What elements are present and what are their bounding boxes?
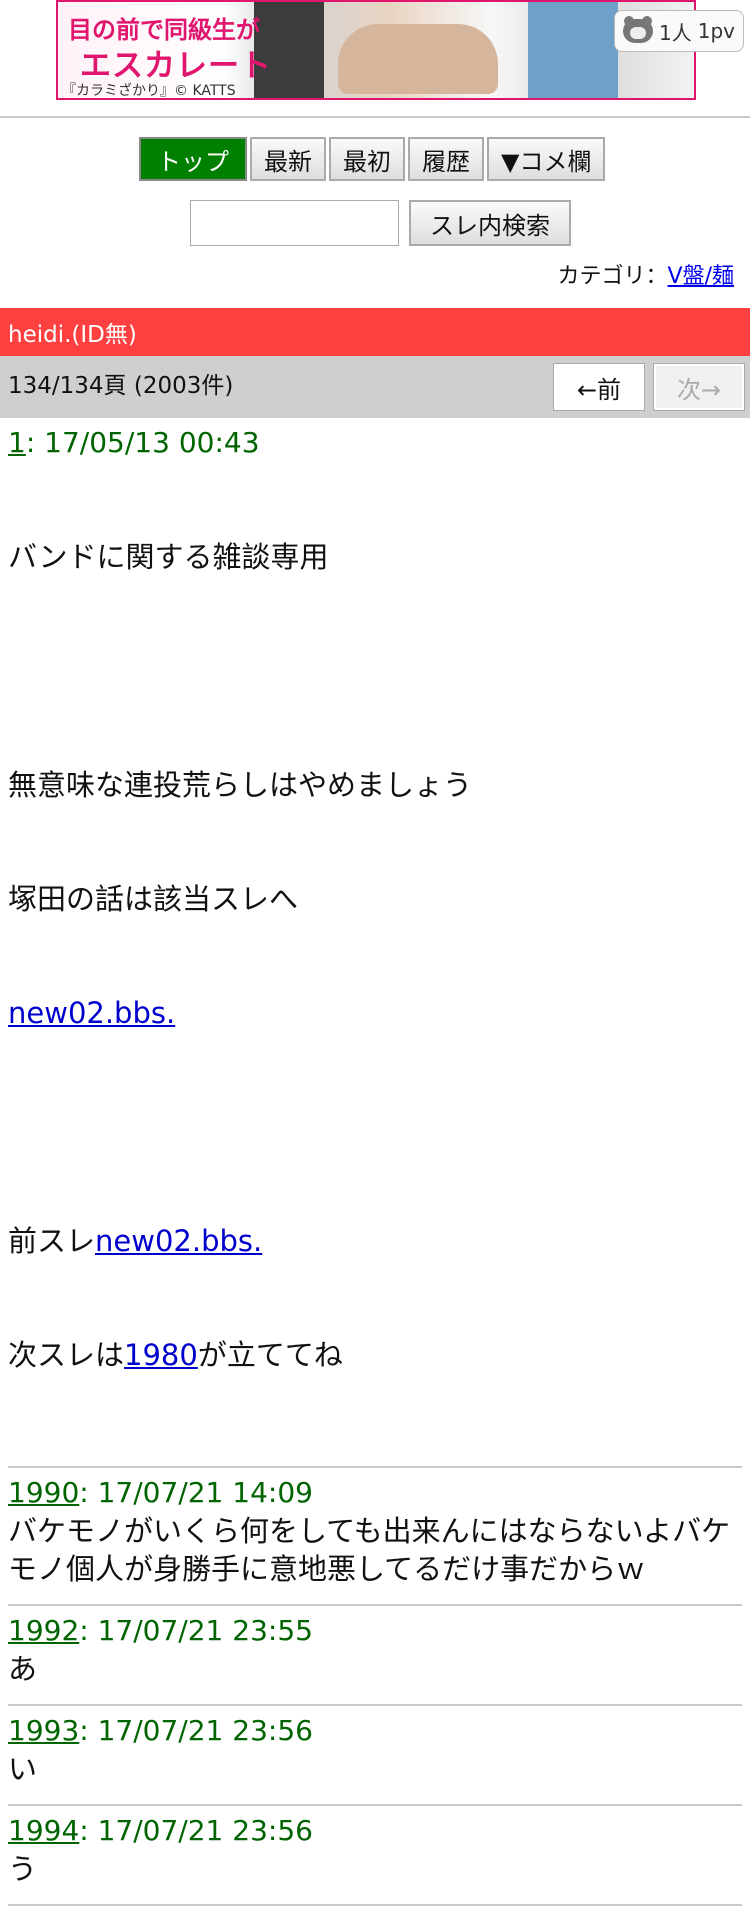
nav-first-button[interactable]: 最初 — [329, 137, 405, 181]
post-header: 1: 17/05/13 00:43 — [8, 424, 742, 462]
nav-bar: トップ 最新 最初 履歴 ▼コメ欄 — [139, 137, 606, 181]
post-header: 1994: 17/07/21 23:56 — [8, 1812, 742, 1850]
post: 1: 17/05/13 00:43 バンドに関する雑談専用 無意味な連投荒らしは… — [8, 418, 742, 1468]
post-header: 1990: 17/07/21 14:09 — [8, 1474, 742, 1512]
category-link[interactable]: V盤/麺 — [668, 264, 734, 289]
ad-line2: エスカレート — [80, 48, 272, 84]
post-line: 塚田の話は該当スレへ — [8, 882, 299, 916]
ad-credit: 『カラミざかり』© KATTS — [62, 83, 236, 99]
header: 目の前で同級生が エスカレート 『カラミざかり』© KATTS 1人 1pv — [0, 0, 750, 118]
post-number-link[interactable]: 1992 — [8, 1614, 79, 1647]
post-number-link[interactable]: 1 — [8, 426, 26, 459]
post-number-link[interactable]: 1990 — [8, 1476, 79, 1509]
post-link[interactable]: new02.bbs. — [95, 1224, 262, 1258]
nav-top-button[interactable]: トップ — [139, 137, 247, 181]
post-header: 1992: 17/07/21 23:55 — [8, 1612, 742, 1650]
post: 1990: 17/07/21 14:09 バケモノがいくら何をしても出来んにはな… — [8, 1468, 742, 1606]
post: 1993: 17/07/21 23:56 い — [8, 1706, 742, 1806]
category: カテゴリ：V盤/麺 — [558, 258, 734, 290]
post-body: バンドに関する雑談専用 無意味な連投荒らしはやめましょう 塚田の話は該当スレへ … — [8, 462, 742, 1450]
thread-title: heidi.(ID無) — [0, 308, 750, 356]
post-line: 無意味な連投荒らしはやめましょう — [8, 768, 473, 802]
ad-art-right — [528, 2, 618, 98]
post-line: バンドに関する雑談専用 — [8, 540, 329, 574]
ad-art-center — [338, 24, 498, 94]
post-body: バケモノがいくら何をしても出来んにはならないよバケモノ個人が身勝手に意地悪してる… — [8, 1514, 731, 1586]
post-body: い — [8, 1752, 38, 1786]
visitor-counter: 1人 1pv — [614, 10, 744, 52]
next-page-button: 次→ — [654, 364, 744, 410]
post-text: 前スレ — [8, 1224, 96, 1258]
post-link[interactable]: new02.bbs. — [8, 996, 175, 1030]
ad-banner[interactable]: 目の前で同級生が エスカレート 『カラミざかり』© KATTS — [56, 0, 696, 100]
counter-pv: 1pv — [697, 19, 735, 43]
pager: 134/134頁 (2003件) ←前 次→ — [0, 356, 750, 418]
post-text: 次スレは — [8, 1338, 125, 1372]
post-body: う — [8, 1852, 38, 1886]
nav-latest-button[interactable]: 最新 — [250, 137, 326, 181]
post-date: : 17/07/21 23:56 — [79, 1814, 313, 1847]
post-date: : 17/07/21 14:09 — [79, 1476, 313, 1509]
nav-comment-button[interactable]: ▼コメ欄 — [487, 137, 606, 181]
post-text: が立ててね — [197, 1338, 343, 1372]
search-button[interactable]: スレ内検索 — [409, 200, 571, 246]
search-input[interactable] — [190, 200, 399, 246]
post-number-link[interactable]: 1994 — [8, 1814, 79, 1847]
post-number-link[interactable]: 1993 — [8, 1714, 79, 1747]
post-date: : 17/05/13 00:43 — [25, 426, 260, 459]
post: 1992: 17/07/21 23:55 あ — [8, 1606, 742, 1706]
post-date: : 17/07/21 23:55 — [79, 1614, 313, 1647]
category-label: カテゴリ： — [557, 264, 668, 289]
post-anchor-link[interactable]: 1980 — [124, 1338, 198, 1372]
post-header: 1993: 17/07/21 23:56 — [8, 1712, 742, 1750]
bear-icon — [623, 16, 653, 43]
page-info: 134/134頁 (2003件) — [8, 373, 234, 399]
post-date: : 17/07/21 23:56 — [79, 1714, 313, 1747]
counter-people: 1人 — [659, 20, 692, 45]
post: 1994: 17/07/21 23:56 う — [8, 1806, 742, 1906]
post-list: 1: 17/05/13 00:43 バンドに関する雑談専用 無意味な連投荒らしは… — [8, 418, 742, 1906]
post-body: あ — [8, 1652, 38, 1686]
thread-search: スレ内検索 — [190, 200, 571, 246]
nav-history-button[interactable]: 履歴 — [408, 137, 484, 181]
prev-page-button[interactable]: ←前 — [554, 364, 644, 410]
